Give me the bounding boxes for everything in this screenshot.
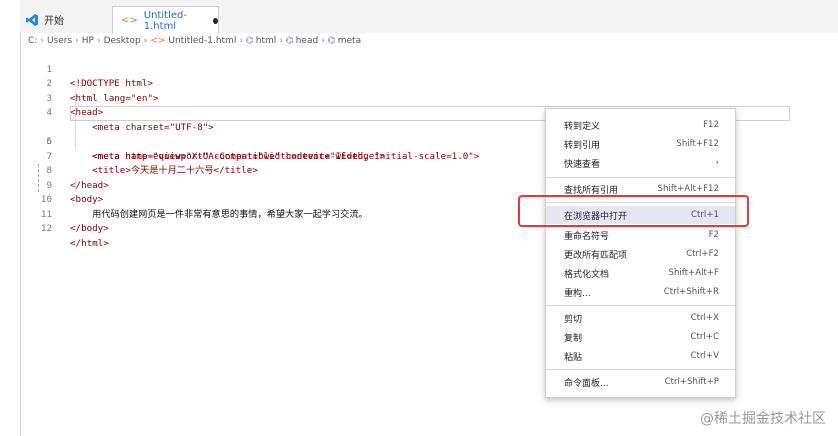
menu-item-peek[interactable]: 快速查看 › bbox=[546, 154, 735, 172]
menu-item-shortcut: Shift+F12 bbox=[676, 139, 719, 149]
menu-separator bbox=[546, 305, 735, 306]
menu-item-paste[interactable]: 粘贴 Ctrl+V bbox=[546, 347, 735, 365]
menu-item-label: 复制 bbox=[564, 333, 583, 344]
breadcrumb-item[interactable]: head bbox=[296, 36, 318, 46]
menu-item-label: 格式化文档 bbox=[564, 269, 610, 280]
breadcrumb: C: › Users › HP › Desktop › <> Untitled-… bbox=[28, 34, 361, 48]
menu-item-label: 更改所有匹配项 bbox=[564, 250, 628, 261]
menu-item-label: 查找所有引用 bbox=[564, 185, 619, 196]
code-line[interactable]: 4 <meta charset="UTF-8"> bbox=[20, 92, 790, 133]
menu-item-copy[interactable]: 复制 Ctrl+C bbox=[546, 328, 735, 346]
menu-item-rename-symbol[interactable]: 重命名符号 F2 bbox=[546, 226, 735, 244]
menu-item-shortcut: Ctrl+F2 bbox=[686, 249, 719, 259]
chevron-right-icon: › bbox=[96, 36, 101, 46]
menu-item-label: 粘贴 bbox=[564, 352, 583, 363]
chevron-right-icon: › bbox=[321, 36, 325, 46]
unsaved-dot-icon[interactable] bbox=[213, 17, 218, 24]
menu-item-shortcut: Ctrl+C bbox=[690, 332, 720, 342]
menu-item-label: 转到定义 bbox=[564, 121, 601, 132]
code-line[interactable]: 2 <html lang="en"> bbox=[20, 63, 790, 104]
menu-item-shortcut: Ctrl+Shift+R bbox=[663, 287, 719, 297]
line-code: </body> bbox=[70, 223, 109, 234]
menu-item-format-document[interactable]: 格式化文档 Shift+Alt+F bbox=[546, 264, 735, 282]
menu-separator bbox=[546, 369, 735, 370]
watermark: @稀土掘金技术社区 bbox=[700, 408, 826, 428]
element-symbol-icon: ⌬ bbox=[285, 36, 294, 46]
annotation-highlight-box bbox=[518, 195, 749, 227]
tab-start-label: 开始 bbox=[44, 16, 64, 27]
menu-item-command-palette[interactable]: 命令面板... Ctrl+Shift+P bbox=[546, 373, 735, 391]
chevron-right-icon: › bbox=[75, 36, 79, 46]
watermark-text: @稀土掘金技术社区 bbox=[700, 411, 826, 427]
menu-item-label: 剪切 bbox=[564, 314, 583, 325]
tab-bar: 开始 <> Untitled-1.html bbox=[20, 0, 838, 34]
breadcrumb-item[interactable]: meta bbox=[338, 36, 361, 46]
menu-item-shortcut: Ctrl+V bbox=[690, 351, 719, 361]
menu-item-shortcut: F2 bbox=[708, 230, 719, 240]
menu-item-go-to-definition[interactable]: 转到定义 F12 bbox=[546, 116, 735, 134]
breadcrumb-item[interactable]: HP bbox=[82, 36, 94, 46]
html-file-icon: <> bbox=[121, 15, 138, 26]
chevron-right-icon: › bbox=[279, 36, 283, 46]
breadcrumb-item[interactable]: Untitled-1.html bbox=[168, 36, 236, 46]
tab-untitled-1[interactable]: <> Untitled-1.html bbox=[112, 6, 219, 34]
menu-item-label: 重构... bbox=[564, 288, 591, 299]
breadcrumb-item[interactable]: C: bbox=[28, 36, 37, 46]
breadcrumb-item[interactable]: Desktop bbox=[104, 36, 141, 46]
submenu-chevron-icon: › bbox=[715, 158, 719, 168]
vscode-logo-icon bbox=[26, 13, 38, 26]
menu-item-refactor[interactable]: 重构... Ctrl+Shift+R bbox=[546, 283, 735, 301]
menu-item-cut[interactable]: 剪切 Ctrl+X bbox=[546, 309, 735, 327]
tab-file-label: Untitled-1.html bbox=[143, 9, 187, 32]
breadcrumb-item[interactable]: html bbox=[256, 36, 277, 46]
chevron-right-icon: › bbox=[143, 36, 148, 46]
menu-item-change-all-occurrences[interactable]: 更改所有匹配项 Ctrl+F2 bbox=[546, 245, 735, 263]
element-symbol-icon: ⌬ bbox=[245, 36, 254, 46]
breadcrumb-item[interactable]: Users bbox=[47, 36, 72, 46]
menu-item-shortcut: Shift+Alt+F12 bbox=[657, 184, 719, 194]
code-line[interactable]: 1 <!DOCTYPE html> bbox=[20, 48, 790, 90]
code-line[interactable]: 3 <head> bbox=[20, 77, 790, 119]
menu-item-shortcut: Ctrl+X bbox=[690, 313, 719, 323]
element-symbol-icon: ⌬ bbox=[327, 36, 336, 46]
line-code: </html> bbox=[70, 237, 109, 249]
menu-item-shortcut: Ctrl+Shift+P bbox=[664, 377, 719, 387]
line-number: 12 bbox=[40, 223, 52, 234]
menu-item-shortcut: F12 bbox=[703, 120, 719, 130]
chevron-right-icon: › bbox=[40, 36, 44, 46]
html-file-icon: <> bbox=[150, 36, 166, 46]
tab-start[interactable]: 开始 bbox=[26, 6, 126, 33]
menu-item-go-to-references[interactable]: 转到引用 Shift+F12 bbox=[546, 135, 735, 153]
menu-item-label: 快速查看 bbox=[564, 159, 601, 170]
menu-separator bbox=[546, 177, 735, 178]
menu-item-label: 命令面板... bbox=[564, 378, 609, 389]
context-menu: 转到定义 F12 转到引用 Shift+F12 快速查看 › 查找所有引用 Sh… bbox=[545, 108, 736, 398]
menu-item-label: 转到引用 bbox=[564, 140, 601, 151]
menu-item-label: 重命名符号 bbox=[564, 231, 610, 242]
menu-item-shortcut: Shift+Alt+F bbox=[668, 268, 719, 278]
chevron-right-icon: › bbox=[239, 36, 243, 46]
